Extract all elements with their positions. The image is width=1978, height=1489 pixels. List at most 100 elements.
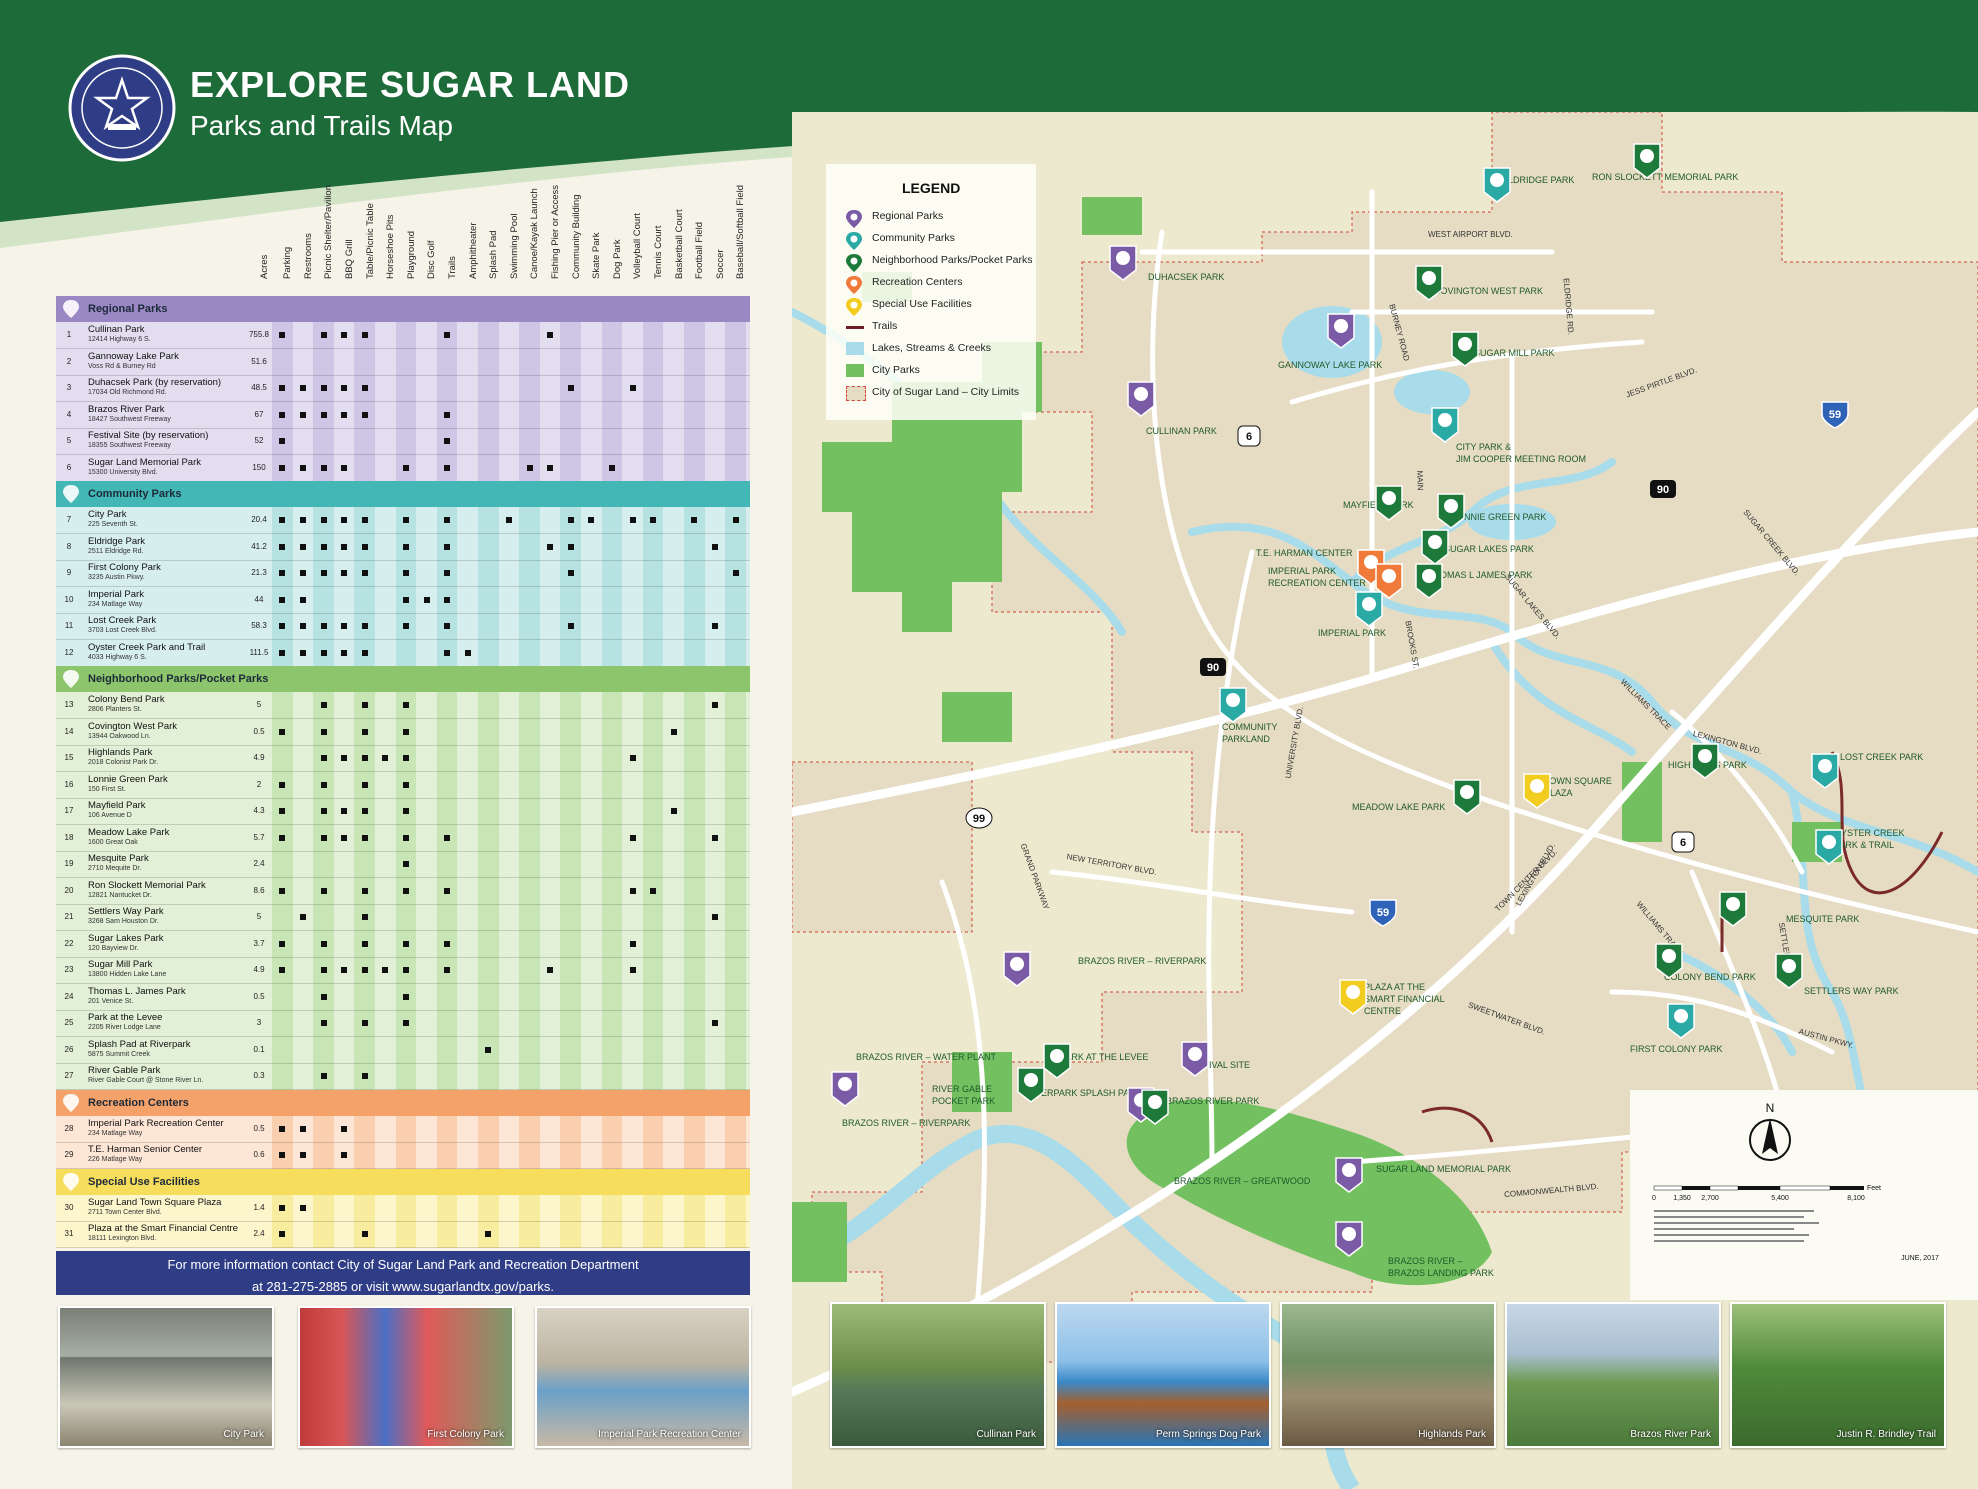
map-park-pin-icon[interactable] bbox=[1042, 1042, 1072, 1080]
park-acres: 44 bbox=[254, 594, 264, 604]
column-header-label: Baseball/Softball Field bbox=[735, 185, 747, 279]
map-park-pin-icon[interactable] bbox=[1810, 752, 1840, 790]
map-park-pin-icon[interactable] bbox=[1774, 952, 1804, 990]
amenity-marker bbox=[320, 570, 327, 576]
special-pin-icon bbox=[63, 1172, 79, 1191]
row-number: 16 bbox=[64, 779, 74, 789]
map-park-pin-icon[interactable] bbox=[1436, 492, 1466, 530]
amenity-marker bbox=[341, 649, 348, 656]
amenity-marker bbox=[279, 411, 286, 418]
column-header: Football Field bbox=[684, 148, 705, 294]
map-park-label: RON SLOCKETT MEMORIAL PARK bbox=[1592, 172, 1739, 182]
park-address: 17034 Old Richmond Rd. bbox=[88, 389, 167, 396]
amenity-marker bbox=[299, 1152, 306, 1158]
map-park-pin-icon[interactable] bbox=[1814, 828, 1844, 866]
map-park-pin-icon[interactable] bbox=[1334, 1156, 1364, 1194]
map-park-pin-icon[interactable] bbox=[1420, 528, 1450, 566]
section-title: Recreation Centers bbox=[88, 1096, 189, 1109]
map-park-pin-icon[interactable] bbox=[1374, 562, 1404, 600]
regional-pin-icon bbox=[63, 300, 79, 318]
map-park-pin-icon[interactable] bbox=[1338, 978, 1368, 1016]
column-header: Acres bbox=[246, 148, 272, 294]
amenity-marker bbox=[361, 1073, 368, 1079]
park-acres: 4.3 bbox=[253, 806, 265, 815]
legend-title: LEGEND bbox=[902, 180, 961, 196]
section-header-regional: Regional Parks bbox=[56, 296, 750, 322]
park-acres: 8.6 bbox=[253, 885, 265, 895]
amenity-marker bbox=[361, 808, 368, 814]
map-park-pin-icon[interactable] bbox=[1326, 312, 1356, 350]
map-park-pin-icon[interactable] bbox=[1452, 778, 1482, 816]
map-park-pin-icon[interactable] bbox=[1450, 330, 1480, 368]
amenity-marker bbox=[402, 517, 409, 523]
amenity-marker bbox=[341, 411, 348, 418]
amenity-marker bbox=[279, 1152, 286, 1158]
map-park-pin-icon[interactable] bbox=[1690, 742, 1720, 780]
amenity-marker bbox=[732, 517, 739, 523]
highway-shield-59: 59 bbox=[1829, 409, 1841, 421]
map-park-pin-icon[interactable] bbox=[1522, 772, 1552, 810]
map-park-pin-icon[interactable] bbox=[1140, 1088, 1170, 1126]
map-legend: LEGEND Regional Parks Community Parks Neig… bbox=[826, 164, 1036, 420]
park-name: Colony Bend Park bbox=[88, 694, 165, 705]
community-pin-icon bbox=[63, 485, 79, 503]
amenity-marker bbox=[299, 385, 306, 391]
map-park-pin-icon[interactable] bbox=[1126, 380, 1156, 418]
photo-caption: Cullinan Park bbox=[976, 1429, 1036, 1440]
map-park-label: BRAZOS RIVER – bbox=[1388, 1256, 1463, 1266]
legend-swatch bbox=[846, 342, 864, 355]
amenity-marker bbox=[732, 570, 739, 576]
scale-tick-2: 2,700 bbox=[1701, 1195, 1719, 1202]
row-number: 19 bbox=[64, 859, 74, 868]
map-park-pin-icon[interactable] bbox=[1632, 142, 1662, 180]
section-header-neighborhood: Neighborhood Parks/Pocket Parks bbox=[56, 666, 750, 692]
column-header: Tennis Court bbox=[643, 148, 664, 294]
map-park-pin-icon[interactable] bbox=[1374, 484, 1404, 522]
column-header: Soccer bbox=[705, 148, 726, 294]
amenity-marker bbox=[341, 464, 348, 471]
amenity-marker bbox=[444, 517, 451, 523]
park-acres: 3 bbox=[256, 1018, 262, 1027]
table-row: 10 Imperial Park 234 Matlage Way 44 bbox=[56, 587, 750, 614]
amenity-marker bbox=[402, 887, 409, 894]
map-park-pin-icon[interactable] bbox=[830, 1070, 860, 1108]
amenity-marker bbox=[547, 332, 554, 338]
map-park-pin-icon[interactable] bbox=[1334, 1220, 1364, 1258]
map-park-pin-icon[interactable] bbox=[1414, 562, 1444, 600]
amenity-marker bbox=[402, 967, 409, 973]
amenity-marker bbox=[361, 755, 368, 761]
map-park-pin-icon[interactable] bbox=[1218, 686, 1248, 724]
map-park-pin-icon[interactable] bbox=[1430, 406, 1460, 444]
amenity-marker bbox=[444, 834, 451, 841]
amenity-marker bbox=[279, 464, 286, 471]
amenity-marker bbox=[361, 967, 368, 973]
park-acres: 5 bbox=[256, 700, 262, 709]
map-park-pin-icon[interactable] bbox=[1002, 950, 1032, 988]
amenity-marker bbox=[341, 570, 348, 576]
amenity-marker bbox=[279, 332, 286, 338]
map-park-pin-icon[interactable] bbox=[1654, 942, 1684, 980]
map-park-label: JIM COOPER MEETING ROOM bbox=[1456, 454, 1587, 464]
park-address: 12821 Nantucket Dr. bbox=[88, 891, 152, 899]
map-park-pin-icon[interactable] bbox=[1666, 1002, 1696, 1040]
amenity-marker bbox=[361, 728, 368, 735]
park-address: 150 First St. bbox=[88, 785, 126, 793]
table-row: 19 Mesquite Park 2710 Mequite Dr. 2.4 bbox=[56, 851, 750, 878]
park-name: Meadow Lake Park bbox=[88, 826, 170, 838]
column-header: Swimming Pool bbox=[499, 148, 520, 294]
map-park-pin-icon[interactable] bbox=[1482, 166, 1512, 204]
map-park-pin-icon[interactable] bbox=[1718, 890, 1748, 928]
map-park-pin-icon[interactable] bbox=[1414, 264, 1444, 302]
park-name: Cullinan Park bbox=[88, 324, 145, 335]
table-row: 24 Thomas L. James Park 201 Venice St. 0.5 bbox=[56, 984, 750, 1011]
amenity-marker bbox=[402, 834, 409, 841]
map-park-pin-icon[interactable] bbox=[1108, 244, 1138, 282]
amenity-marker bbox=[361, 887, 368, 894]
map-park-pin-icon[interactable] bbox=[1180, 1040, 1210, 1078]
amenity-marker bbox=[361, 781, 368, 788]
map-park-pin-icon[interactable] bbox=[1016, 1066, 1046, 1104]
park-name: Ron Slockett Memorial Park bbox=[88, 879, 206, 891]
amenity-marker bbox=[444, 887, 451, 894]
amenity-marker bbox=[279, 967, 286, 973]
row-number: 17 bbox=[64, 806, 74, 815]
